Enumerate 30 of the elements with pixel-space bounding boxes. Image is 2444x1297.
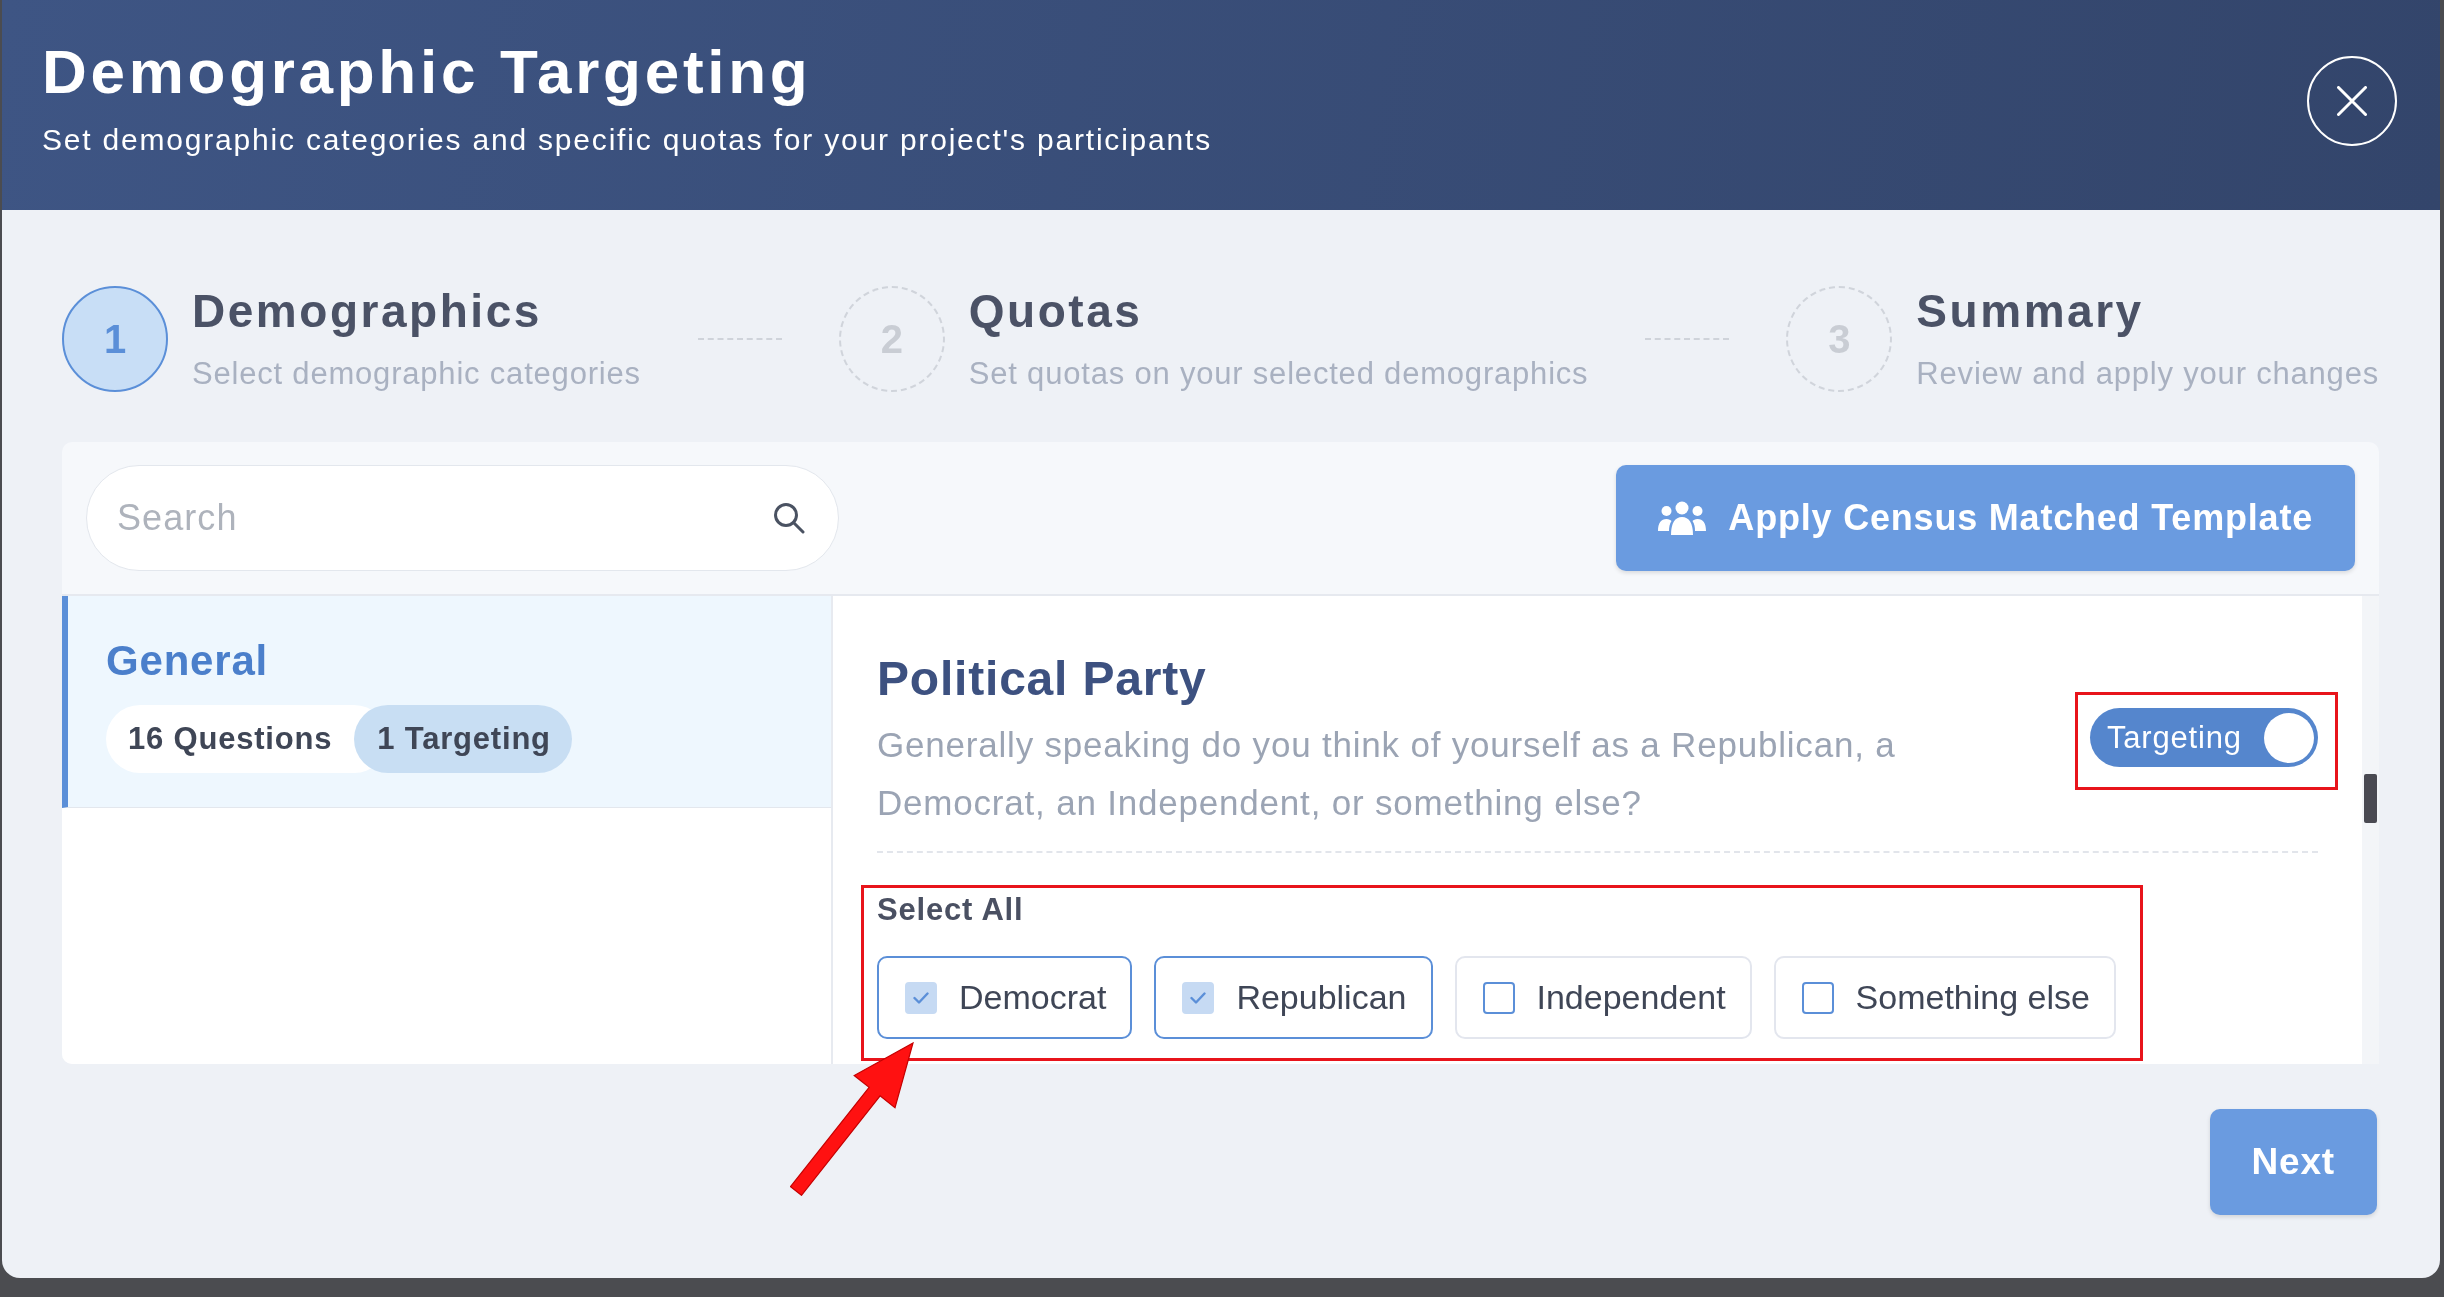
search-icon xyxy=(773,502,805,534)
close-icon xyxy=(2337,86,2367,116)
toggle-knob[interactable] xyxy=(2264,712,2314,763)
dialog-subtitle: Set demographic categories and specific quotas for your project's participants xyxy=(42,122,1212,158)
step-title: Demographics xyxy=(192,284,543,338)
step-number: 1 xyxy=(62,286,168,392)
step-title: Summary xyxy=(1916,284,2145,338)
checkmark-icon xyxy=(1190,991,1207,1004)
question-title: Political Party xyxy=(877,651,1208,707)
checkbox[interactable] xyxy=(1482,981,1515,1014)
step-description: Review and apply your changes xyxy=(1916,355,2379,393)
category-title: General xyxy=(106,636,269,686)
dialog-title: Demographic Targeting xyxy=(42,36,813,108)
users-icon xyxy=(1658,501,1707,535)
close-button[interactable] xyxy=(2307,56,2397,146)
step-description: Set quotas on your selected demographics xyxy=(968,355,1589,393)
select-all-button[interactable]: Select All xyxy=(877,891,1024,929)
targeting-badge: 1 Targeting xyxy=(354,705,572,773)
scrollbar-thumb[interactable] xyxy=(2364,774,2377,823)
checkmark-icon xyxy=(913,991,929,1004)
answer-option[interactable]: Independent xyxy=(1454,956,1752,1039)
answer-option[interactable]: Something else xyxy=(1773,956,2116,1039)
checkbox[interactable] xyxy=(1801,981,1834,1014)
answer-option[interactable]: Republican xyxy=(1154,956,1433,1039)
search-field[interactable]: Search xyxy=(86,465,839,571)
question-text: Generally speaking do you think of yourself as a Republican, a Democrat, an Independent, or something else? xyxy=(877,724,1897,824)
targeting-toggle[interactable]: Targeting xyxy=(2090,708,2318,767)
sidebar-item[interactable]: General 16 Questions 1 Targeting xyxy=(62,596,831,808)
step-title: Quotas xyxy=(968,284,1144,338)
step-description: Select demographic categories xyxy=(192,355,641,393)
